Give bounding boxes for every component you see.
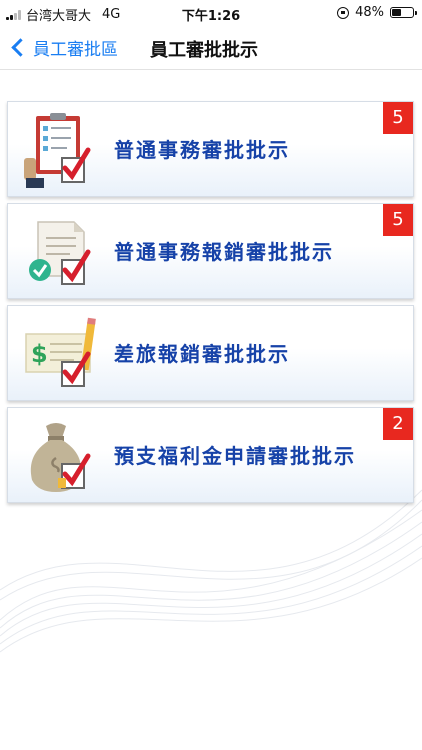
orientation-lock-icon (337, 6, 350, 19)
chevron-left-icon (11, 38, 30, 57)
cheque-pencil-icon: $ (25, 317, 96, 387)
status-bar: 台湾大哥大 4G 下午1:26 48% (0, 0, 422, 26)
navigation-bar: 員工審批區 員工審批批示 (0, 26, 422, 70)
card-label: 普通事務報銷審批批示 (114, 240, 334, 264)
battery-percent: 48% (355, 5, 384, 20)
battery-level-fill (392, 9, 402, 16)
page-title: 員工審批批示 (150, 40, 258, 61)
card-general-expense-approval[interactable]: 普通事務報銷審批批示 5 (7, 203, 414, 299)
card-travel-expense-approval[interactable]: $ 差旅報銷審批批示 (7, 305, 414, 401)
clipboard-checklist-icon (24, 113, 91, 188)
pending-count-badge: 5 (383, 102, 413, 134)
card-label: 普通事務審批批示 (114, 138, 290, 162)
card-label: 差旅報銷審批批示 (114, 342, 290, 366)
card-general-affairs-approval[interactable]: 普通事務審批批示 5 (7, 101, 414, 197)
back-button-label: 員工審批區 (33, 40, 118, 60)
status-right: 48% (337, 5, 417, 20)
card-label: 預支福利金申請審批批示 (114, 444, 356, 468)
money-bag-icon (30, 423, 91, 492)
pending-count-badge: 5 (383, 204, 413, 236)
back-button[interactable]: 員工審批區 (8, 35, 118, 60)
battery-icon (390, 7, 417, 18)
card-welfare-advance-approval[interactable]: 預支福利金申請審批批示 2 (7, 407, 414, 503)
document-approved-icon (29, 221, 91, 285)
svg-text:$: $ (31, 340, 48, 368)
pending-count-badge: 2 (383, 408, 413, 440)
